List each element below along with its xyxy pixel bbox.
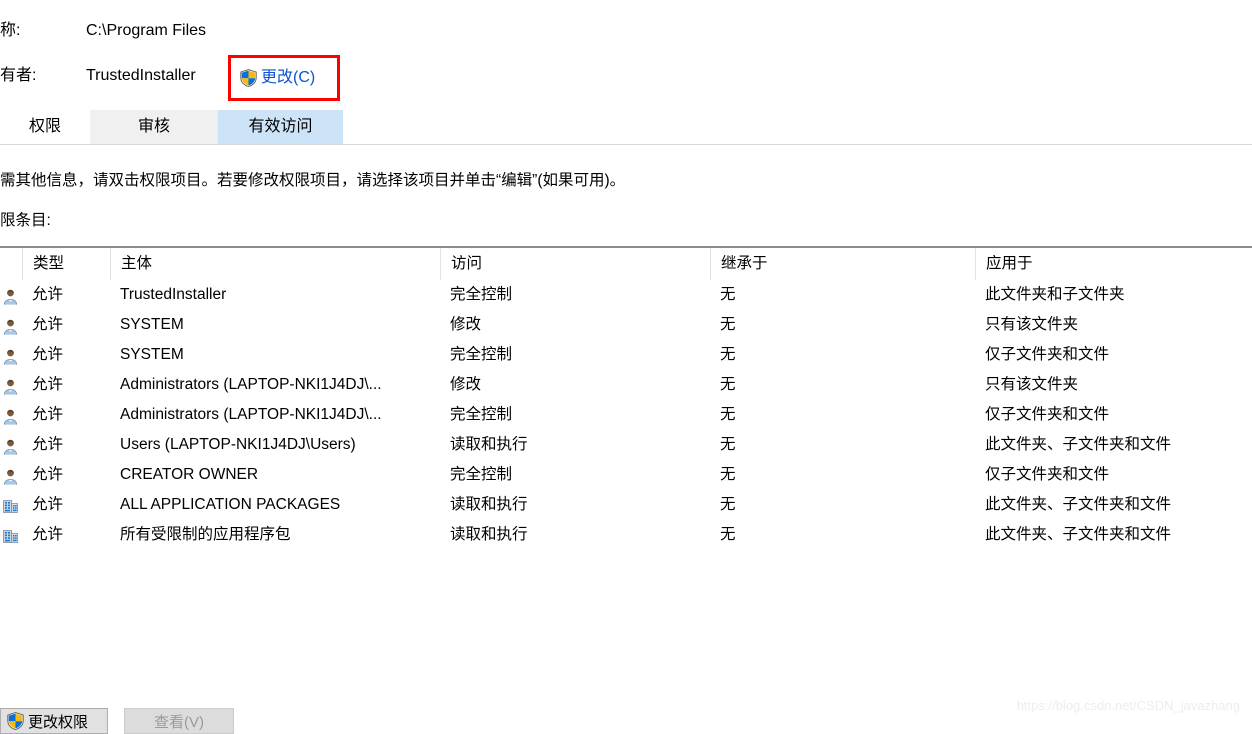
table-row[interactable]: 允许 Users (LAPTOP-NKI1J4DJ\Users) 读取和执行 无 此文件… — [0, 430, 1252, 460]
cell-applies-to: 只有该文件夹 — [985, 316, 1079, 333]
cell-access: 读取和执行 — [450, 496, 528, 513]
table-row[interactable]: 允许 所有受限制的应用程序包 读取和执行 无 此文件夹、子文件夹和文件 — [0, 520, 1252, 550]
cell-applies-to: 此文件夹、子文件夹和文件 — [985, 526, 1172, 543]
cell-inherited-from: 无 — [720, 346, 736, 363]
tab-strip: 权限 审核 有效访问 — [0, 110, 1252, 145]
cell-access: 完全控制 — [450, 286, 513, 303]
cell-principal: Administrators (LAPTOP-NKI1J4DJ\... — [120, 376, 382, 393]
cell-principal: Administrators (LAPTOP-NKI1J4DJ\... — [120, 406, 382, 423]
cell-applies-to: 仅子文件夹和文件 — [985, 466, 1110, 483]
cell-principal: 所有受限制的应用程序包 — [120, 526, 291, 543]
cell-principal: SYSTEM — [120, 316, 184, 333]
cell-type: 允许 — [32, 376, 64, 393]
table-row[interactable]: 允许 SYSTEM 修改 无 只有该文件夹 — [0, 310, 1252, 340]
cell-type: 允许 — [32, 526, 64, 543]
cell-access: 修改 — [450, 376, 482, 393]
column-header-inherited-from[interactable]: 继承于 — [710, 248, 975, 280]
view-button-label: 查看(V) — [154, 713, 204, 731]
table-header-row: 类型 主体 访问 继承于 应用于 — [0, 248, 1252, 280]
user-icon — [0, 340, 22, 370]
tab-permissions[interactable]: 权限 — [0, 110, 90, 144]
cell-type: 允许 — [32, 346, 64, 363]
user-icon — [0, 370, 22, 400]
cell-principal: SYSTEM — [120, 346, 184, 363]
user-icon — [0, 460, 22, 490]
change-owner-label: 更改(C) — [261, 69, 316, 86]
cell-applies-to: 此文件夹和子文件夹 — [985, 286, 1125, 303]
owner-label: 有者: — [0, 67, 37, 84]
uac-shield-icon — [240, 69, 257, 87]
cell-type: 允许 — [32, 286, 64, 303]
cell-access: 修改 — [450, 316, 482, 333]
change-permissions-button[interactable]: 更改权限 — [0, 708, 108, 734]
uac-shield-icon — [7, 712, 24, 730]
tab-effective-access-label: 有效访问 — [248, 118, 313, 135]
cell-type: 允许 — [32, 406, 64, 423]
watermark-text: https://blog.csdn.net/CSDN_javazhang — [1016, 698, 1240, 713]
permission-entries-list[interactable]: 类型 主体 访问 继承于 应用于 允许 TrustedInstaller 完全控制无… — [0, 246, 1252, 686]
permission-entries-label: 限条目: — [0, 212, 51, 229]
cell-type: 允许 — [32, 436, 64, 453]
cell-access: 完全控制 — [450, 466, 513, 483]
owner-value: TrustedInstaller — [86, 67, 196, 84]
cell-applies-to: 只有该文件夹 — [985, 376, 1079, 393]
table-row[interactable]: 允许 Administrators (LAPTOP-NKI1J4DJ\... 完全控… — [0, 400, 1252, 430]
change-owner-link[interactable]: 更改(C) — [240, 64, 315, 92]
cell-principal: TrustedInstaller — [120, 286, 227, 303]
app-package-icon — [0, 520, 22, 550]
cell-access: 读取和执行 — [450, 436, 528, 453]
cell-applies-to: 仅子文件夹和文件 — [985, 346, 1110, 363]
cell-access: 完全控制 — [450, 406, 513, 423]
column-header-type[interactable]: 类型 — [22, 248, 120, 280]
table-row[interactable]: 允许 Administrators (LAPTOP-NKI1J4DJ\... 修改 无… — [0, 370, 1252, 400]
table-body: 允许 TrustedInstaller 完全控制无此文件夹和子文件夹 允许 SYSTEM… — [0, 280, 1252, 550]
change-permissions-label: 更改权限 — [28, 713, 89, 731]
user-icon — [0, 310, 22, 340]
cell-inherited-from: 无 — [720, 526, 736, 543]
user-icon — [0, 400, 22, 430]
user-icon — [0, 430, 22, 460]
cell-principal: CREATOR OWNER — [120, 466, 259, 483]
cell-type: 允许 — [32, 466, 64, 483]
cell-inherited-from: 无 — [720, 436, 736, 453]
cell-inherited-from: 无 — [720, 316, 736, 333]
cell-inherited-from: 无 — [720, 376, 736, 393]
cell-access: 读取和执行 — [450, 526, 528, 543]
name-field-row: 称: C:\Program Files — [0, 20, 500, 42]
cell-inherited-from: 无 — [720, 496, 736, 513]
tab-effective-access[interactable]: 有效访问 — [218, 110, 343, 144]
app-package-icon — [0, 490, 22, 520]
cell-applies-to: 此文件夹、子文件夹和文件 — [985, 496, 1172, 513]
name-value: C:\Program Files — [86, 22, 207, 39]
column-header-access[interactable]: 访问 — [440, 248, 710, 280]
column-header-applies-to[interactable]: 应用于 — [975, 248, 1252, 280]
cell-inherited-from: 无 — [720, 286, 736, 303]
name-label: 称: — [0, 22, 21, 39]
table-row[interactable]: 允许 ALL APPLICATION PACKAGES 读取和执行 无 此文件夹、子文件… — [0, 490, 1252, 520]
table-row[interactable]: 允许 CREATOR OWNER 完全控制 无 仅子文件夹和文件 — [0, 460, 1252, 490]
table-row[interactable]: 允许 SYSTEM 完全控制 无 仅子文件夹和文件 — [0, 340, 1252, 370]
cell-principal: ALL APPLICATION PACKAGES — [120, 496, 341, 513]
cell-applies-to: 仅子文件夹和文件 — [985, 406, 1110, 423]
cell-access: 完全控制 — [450, 346, 513, 363]
cell-applies-to: 此文件夹、子文件夹和文件 — [985, 436, 1172, 453]
tab-permissions-label: 权限 — [28, 118, 61, 135]
user-icon — [0, 280, 22, 310]
cell-type: 允许 — [32, 316, 64, 333]
description-text: 需其他信息，请双击权限项目。若要修改权限项目，请选择该项目并单击“编辑”(如果可… — [0, 172, 626, 189]
cell-inherited-from: 无 — [720, 466, 736, 483]
tab-strip-baseline — [0, 144, 1252, 145]
view-button[interactable]: 查看(V) — [124, 708, 234, 734]
cell-inherited-from: 无 — [720, 406, 736, 423]
table-row[interactable]: 允许 TrustedInstaller 完全控制 无 此文件夹和子文件夹 — [0, 280, 1252, 310]
tab-audit-label: 审核 — [137, 118, 170, 135]
column-header-icon — [0, 248, 22, 280]
column-header-principal[interactable]: 主体 — [110, 248, 450, 280]
tab-audit[interactable]: 审核 — [90, 110, 218, 144]
cell-type: 允许 — [32, 496, 64, 513]
cell-principal: Users (LAPTOP-NKI1J4DJ\Users) — [120, 436, 356, 453]
